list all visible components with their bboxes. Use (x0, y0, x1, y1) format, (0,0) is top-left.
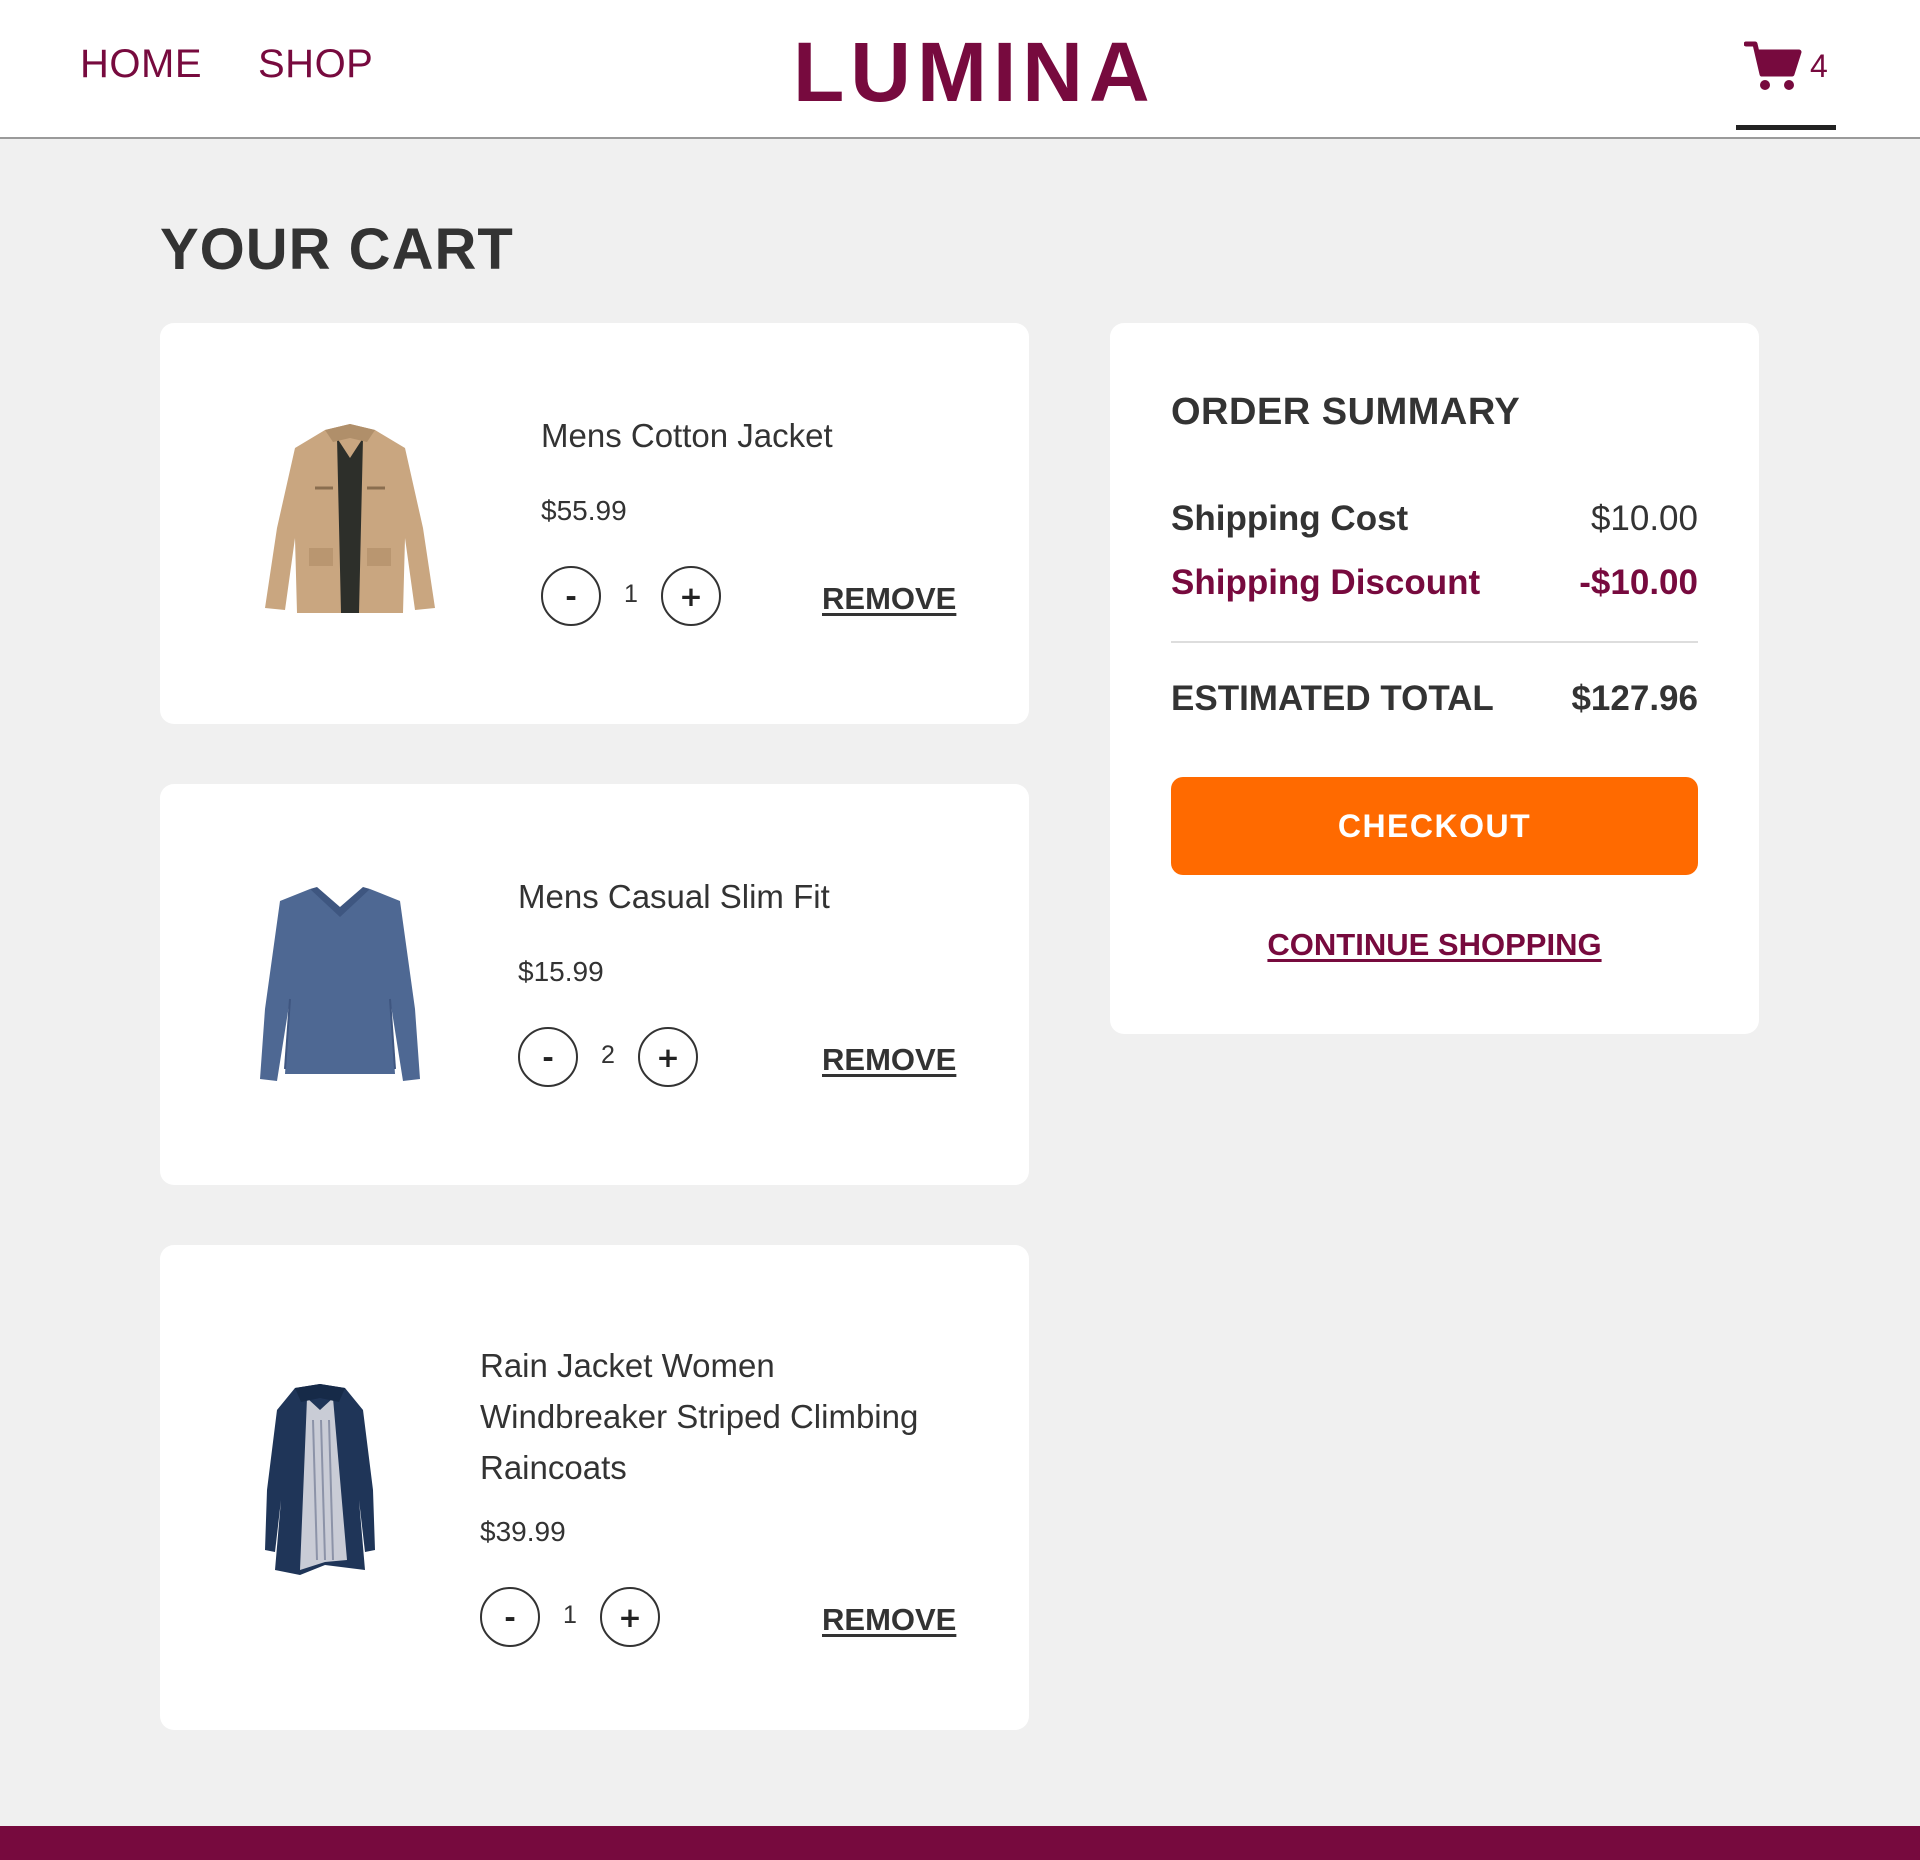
increase-quantity-button[interactable]: + (661, 566, 721, 626)
estimated-total-label: ESTIMATED TOTAL (1171, 679, 1494, 718)
cart-item: Mens Cotton Jacket $55.99 - 1 + REMOVE (160, 323, 1029, 724)
remove-item-link[interactable]: REMOVE (822, 1042, 956, 1078)
quantity-stepper: - 2 + (518, 1027, 698, 1087)
product-price: $39.99 (480, 1516, 566, 1547)
page-title: YOUR CART (160, 217, 514, 282)
order-summary-panel: ORDER SUMMARY Shipping Cost $10.00 Shipp… (1110, 323, 1759, 1034)
active-tab-indicator (1736, 125, 1836, 130)
product-name-line: Windbreaker Striped Climbing (480, 1398, 919, 1435)
product-image-navy-raincoat[interactable] (255, 1380, 385, 1580)
quantity-value: 1 (624, 580, 638, 608)
product-name-line: Rain Jacket Women (480, 1347, 775, 1384)
shipping-cost-value: $10.00 (1590, 499, 1698, 538)
site-footer (0, 1826, 1920, 1860)
cart-item: Rain Jacket Women Windbreaker Striped Cl… (160, 1245, 1029, 1730)
cart-button[interactable]: 4 (1736, 34, 1836, 130)
shipping-discount-label: Shipping Discount (1171, 563, 1481, 602)
quantity-value: 2 (601, 1041, 615, 1069)
shipping-discount-value: -$10.00 (1579, 563, 1698, 602)
continue-shopping-link[interactable]: CONTINUE SHOPPING (1171, 927, 1698, 963)
site-logo[interactable]: LUMINA (793, 24, 1156, 121)
quantity-value: 1 (563, 1601, 577, 1629)
increase-quantity-button[interactable]: + (600, 1587, 660, 1647)
product-name[interactable]: Mens Casual Slim Fit (518, 871, 830, 922)
summary-divider (1171, 641, 1698, 643)
estimated-total-value: $127.96 (1571, 679, 1698, 718)
product-image-tan-jacket[interactable] (255, 418, 445, 618)
product-name[interactable]: Rain Jacket Women Windbreaker Striped Cl… (480, 1340, 918, 1493)
product-price: $15.99 (518, 956, 604, 987)
quantity-stepper: - 1 + (541, 566, 721, 626)
product-price: $55.99 (541, 495, 627, 526)
increase-quantity-button[interactable]: + (638, 1027, 698, 1087)
cart-item: Mens Casual Slim Fit $15.99 - 2 + REMOVE (160, 784, 1029, 1185)
remove-item-link[interactable]: REMOVE (822, 1602, 956, 1638)
product-name[interactable]: Mens Cotton Jacket (541, 410, 833, 461)
nav-shop-link[interactable]: SHOP (258, 42, 373, 87)
checkout-button[interactable]: CHECKOUT (1171, 777, 1698, 875)
nav-home-link[interactable]: HOME (80, 42, 202, 87)
decrease-quantity-button[interactable]: - (518, 1027, 578, 1087)
product-image-blue-shirt[interactable] (255, 879, 425, 1089)
remove-item-link[interactable]: REMOVE (822, 581, 956, 617)
decrease-quantity-button[interactable]: - (480, 1587, 540, 1647)
cart-count-badge: 4 (1810, 48, 1828, 84)
decrease-quantity-button[interactable]: - (541, 566, 601, 626)
order-summary-title: ORDER SUMMARY (1171, 391, 1521, 433)
product-name-line: Raincoats (480, 1449, 627, 1486)
site-header: HOME SHOP LUMINA 4 (0, 0, 1920, 139)
shipping-cost-label: Shipping Cost (1171, 499, 1409, 538)
quantity-stepper: - 1 + (480, 1587, 660, 1647)
